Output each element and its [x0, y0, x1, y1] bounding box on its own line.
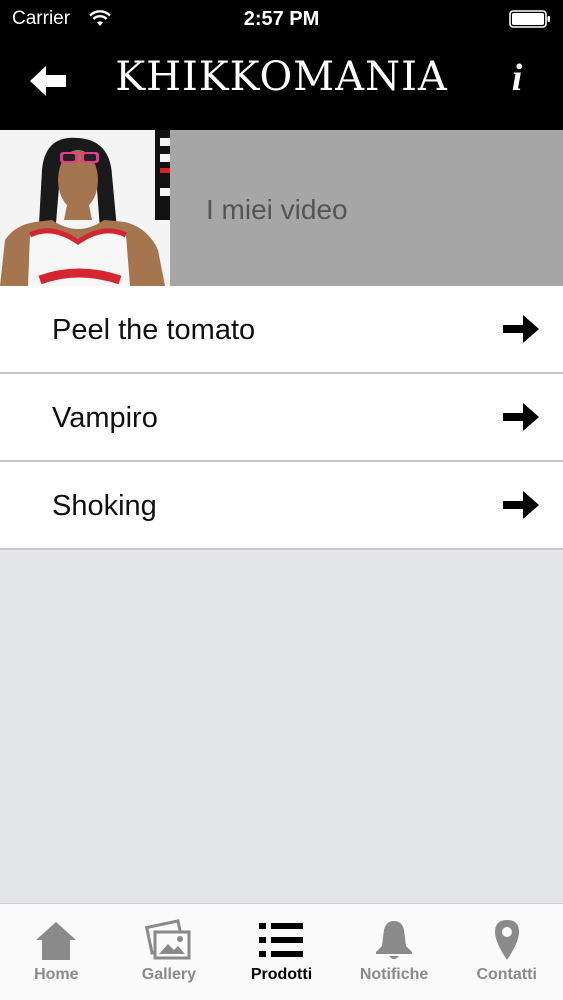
list-item-label: Shoking — [52, 490, 157, 522]
battery-icon — [509, 10, 550, 28]
info-button[interactable]: i — [501, 56, 533, 106]
tab-gallery[interactable]: Gallery — [113, 904, 226, 1000]
tab-label: Prodotti — [250, 966, 313, 983]
video-list: Peel the tomato Vampiro Shoking — [0, 286, 563, 550]
artist-photo — [0, 130, 170, 286]
navigation-bar: KHIKKOMANIA i — [0, 40, 563, 130]
section-title: I miei video — [206, 194, 348, 225]
list-item-label: Vampiro — [52, 402, 158, 434]
arrow-right-icon — [503, 491, 539, 519]
arrow-right-icon — [503, 403, 539, 431]
section-panel: I miei video — [170, 130, 563, 286]
app-title: KHIKKOMANIA — [115, 54, 448, 100]
status-bar: Carrier 2:57 PM — [0, 0, 563, 40]
tab-label: Notifiche — [359, 966, 429, 983]
back-button[interactable] — [24, 58, 74, 104]
list-icon — [259, 923, 304, 957]
location-pin-icon — [494, 920, 519, 960]
list-item[interactable]: Peel the tomato — [0, 286, 563, 374]
header-banner: I miei video — [0, 130, 563, 286]
arrow-right-icon — [503, 315, 539, 343]
status-time: 2:57 PM — [243, 8, 320, 30]
list-item[interactable]: Vampiro — [0, 374, 563, 462]
home-icon — [36, 922, 77, 960]
app-header: Carrier 2:57 PM KHIKKOMANIA i — [0, 0, 563, 130]
arrow-left-icon — [30, 66, 66, 96]
tab-notifiche[interactable]: Notifiche — [338, 904, 451, 1000]
gallery-icon — [144, 919, 191, 960]
bell-icon — [376, 921, 413, 959]
tab-bar: Home Gallery Prodotti Notifiche Contatti — [0, 903, 563, 1000]
tab-home[interactable]: Home — [0, 904, 113, 1000]
tab-label: Contatti — [476, 966, 537, 983]
tab-contatti[interactable]: Contatti — [450, 904, 563, 1000]
list-item-label: Peel the tomato — [52, 314, 256, 346]
list-item[interactable]: Shoking — [0, 462, 563, 550]
tab-label: Home — [34, 966, 79, 983]
tab-prodotti[interactable]: Prodotti — [225, 904, 338, 1000]
tab-label: Gallery — [141, 966, 197, 983]
